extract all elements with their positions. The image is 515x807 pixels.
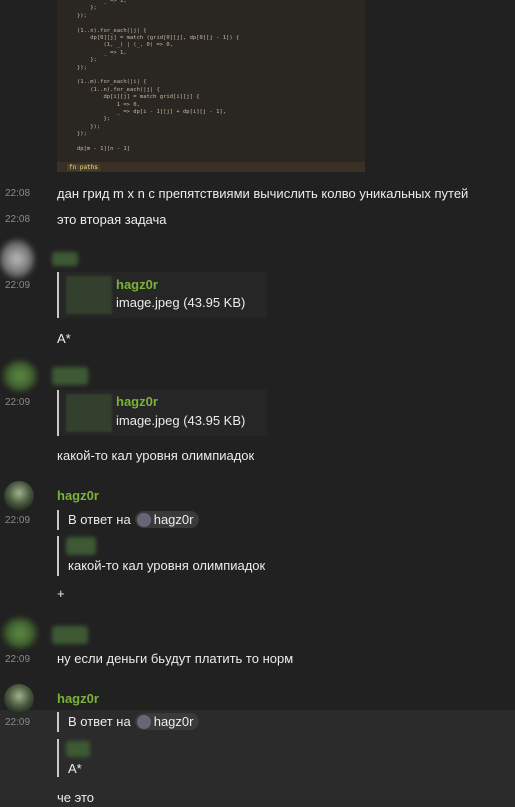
message-text: А* [57,331,71,346]
code-line: (1..n).for_each(|j| { [77,27,147,34]
code-line: }); [77,64,87,71]
embed-bar [57,390,59,436]
message-time: 22:09 [5,397,31,408]
code-line: (1, _) | (_, 0) => 0, [77,42,174,49]
username[interactable]: hagz0r [57,488,99,503]
avatar[interactable] [4,481,34,511]
code-screenshot-image[interactable]: _ => 1, };}); (1..n).for_each(|j| { dp[0]… [57,0,365,172]
username[interactable]: hagz0r [57,691,99,706]
code-line: }); [77,131,87,138]
embed-filename[interactable]: image.jpeg (43.95 KB) [116,295,245,310]
reply-bar [57,510,59,530]
reply-prefix: В ответ на [68,714,131,729]
code-line: dp[m - 1][n - 1] [77,146,130,152]
code-line: }); [77,123,101,130]
avatar[interactable] [0,240,34,278]
reply-target-chip[interactable]: hagz0r [134,713,200,730]
username-blurred[interactable] [52,626,88,644]
reply-prefix: В ответ на [68,512,131,527]
code-line: }; [77,116,111,123]
embed-author[interactable]: hagz0r [116,394,158,409]
code-line: _ => 1, [77,0,127,4]
reply-bar [57,712,59,732]
reply-target-name[interactable]: hagz0r [154,512,194,527]
code-line: }); [77,12,87,19]
reply-target-chip[interactable]: hagz0r [134,511,200,528]
embed-filename[interactable]: image.jpeg (43.95 KB) [116,413,245,428]
mini-avatar [136,714,151,729]
editor-status-bar [57,162,365,172]
quoted-text: какой-то кал уровня олимпиадок [68,558,266,573]
code-line: (1..n).for_each(|j| { [77,86,160,93]
embed-bar [57,272,59,318]
reply-header[interactable]: В ответ на hagz0r [68,713,200,730]
message-time: 22:09 [5,280,31,291]
username-blurred[interactable] [52,252,78,266]
code-line: }; [77,57,97,64]
code-line: _ => 1, [77,49,127,56]
code-line: (1..m).for_each(|i| { [77,79,147,86]
username-blurred[interactable] [52,367,88,385]
mini-avatar [136,512,151,527]
avatar[interactable] [3,618,37,648]
embed-author[interactable]: hagz0r [116,277,158,292]
embed-thumbnail[interactable] [66,394,112,432]
message-text: дан грид m x n с препятствиями вычислить… [57,186,469,201]
message-text: это вторая задача [57,212,167,227]
message-time: 22:08 [5,214,31,225]
message-time: 22:09 [5,717,31,728]
reply-header[interactable]: В ответ на hagz0r [68,511,200,528]
quote-bar [57,739,59,777]
code-line: dp[0][j] = match (grid[0][j], dp[0][j - … [77,35,240,41]
message-text: + [57,586,65,601]
embed-thumbnail[interactable] [66,276,112,314]
reply-target-name[interactable]: hagz0r [154,714,194,729]
code-line: 1 => 0, [77,101,140,108]
editor-status-label: fn paths [67,164,100,171]
avatar[interactable] [4,684,34,714]
message-text: ну если деньги бьудут платить то норм [57,651,294,666]
message-time: 22:09 [5,515,31,526]
message-time: 22:09 [5,654,31,665]
code-line: dp[i][j] = match grid[i][j] { [77,94,200,101]
message-time: 22:08 [5,188,31,199]
message-text: какой-то кал уровня олимпиадок [57,448,255,463]
code-line: }; [77,5,97,12]
quoted-author-blurred [66,537,96,555]
code-line: _ => dp[i - 1][j] + dp[i][j - 1], [77,109,227,115]
quoted-text: А* [68,761,82,776]
quote-bar [57,536,59,576]
avatar[interactable] [3,361,37,391]
message-text: че это [57,790,95,805]
quoted-author-blurred [66,741,90,757]
